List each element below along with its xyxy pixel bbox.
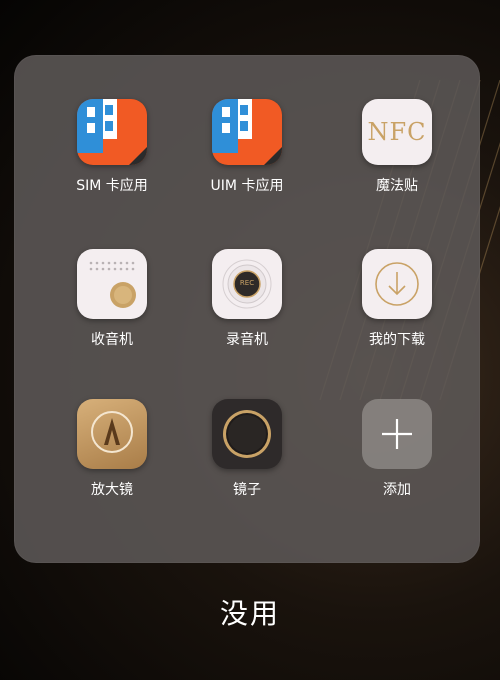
app-download[interactable]: 我的下载 xyxy=(327,205,467,348)
folder-title[interactable]: 没用 xyxy=(0,592,500,632)
nfc-icon: NFC xyxy=(362,99,432,165)
app-label: 收音机 xyxy=(91,332,133,348)
app-recorder[interactable]: REC 录音机 xyxy=(177,205,317,348)
radio-icon xyxy=(77,249,147,319)
app-label: 录音机 xyxy=(226,332,268,348)
app-label: UIM 卡应用 xyxy=(210,178,284,194)
uim-card-icon xyxy=(212,99,282,165)
add-icon xyxy=(362,399,432,469)
app-label: SIM 卡应用 xyxy=(76,178,148,194)
sim-card-icon xyxy=(77,99,147,165)
nfc-icon-text: NFC xyxy=(367,118,427,146)
app-radio[interactable]: 收音机 xyxy=(42,205,182,348)
app-label: 添加 xyxy=(383,482,411,498)
mirror-icon xyxy=(212,399,282,469)
app-mirror[interactable]: 镜子 xyxy=(177,355,317,498)
app-sim[interactable]: SIM 卡应用 xyxy=(42,55,182,195)
rec-icon-text: REC xyxy=(239,279,255,287)
recorder-icon: REC xyxy=(212,249,282,319)
app-add[interactable]: 添加 xyxy=(327,355,467,498)
download-icon xyxy=(362,249,432,319)
magnifier-icon xyxy=(77,399,147,469)
folder-panel: SIM 卡应用 UIM 卡应用 NFC 魔法贴 收音机 REC 录音机 我的下载… xyxy=(14,55,480,563)
app-label: 我的下载 xyxy=(369,332,425,348)
app-magnifier[interactable]: 放大镜 xyxy=(42,355,182,498)
app-nfc[interactable]: NFC 魔法贴 xyxy=(327,55,467,195)
app-uim[interactable]: UIM 卡应用 xyxy=(177,55,317,195)
app-label: 镜子 xyxy=(233,482,261,498)
app-label: 放大镜 xyxy=(91,482,133,498)
app-label: 魔法贴 xyxy=(376,178,418,194)
